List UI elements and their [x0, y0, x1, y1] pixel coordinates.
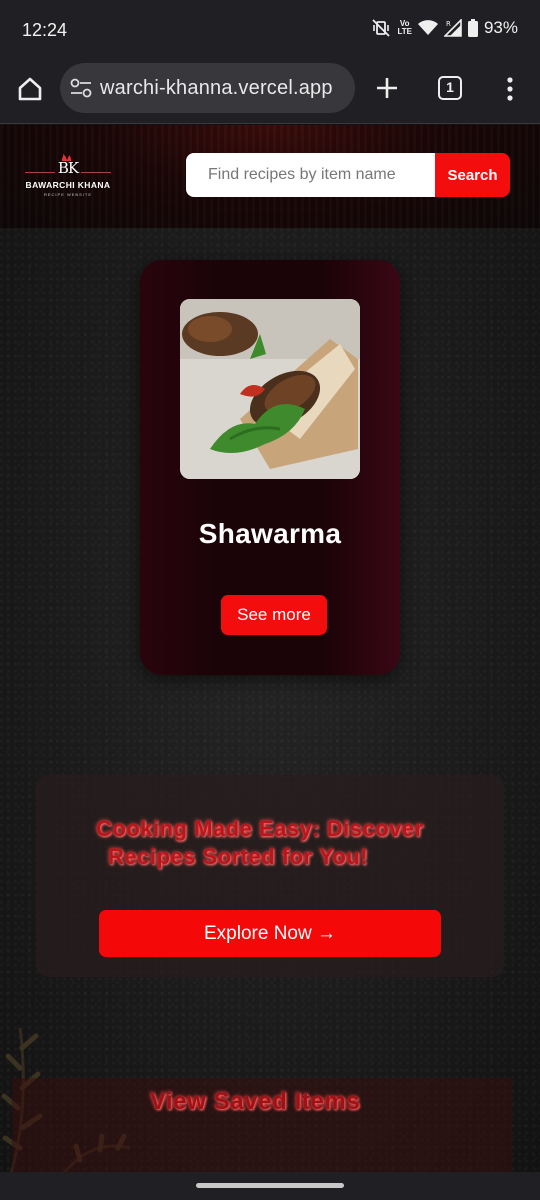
site-settings-icon[interactable]: [70, 78, 92, 98]
promo-line-2: Recipes Sorted for You!: [108, 844, 369, 869]
explore-now-button[interactable]: Explore Now →: [99, 910, 441, 957]
battery-percent: 93%: [483, 18, 518, 37]
site-logo[interactable]: BK BAWARCHI KHANA RECIPE WEBSITE: [22, 153, 114, 201]
svg-text:R: R: [446, 20, 451, 28]
logo-tagline: RECIPE WEBSITE: [43, 192, 92, 197]
more-menu-icon[interactable]: [504, 76, 516, 102]
search-input[interactable]: [186, 153, 436, 197]
volte-bottom-label: LTE: [397, 27, 412, 36]
signal-icon: R: [443, 19, 462, 37]
tabs-icon[interactable]: 1: [438, 76, 462, 100]
view-saved-items-link[interactable]: View Saved Items: [12, 1088, 512, 1116]
volte-icon: Vo LTE: [397, 20, 412, 36]
battery-icon: [467, 19, 478, 37]
url-bar[interactable]: warchi-khanna.vercel.app: [60, 63, 355, 113]
vibrate-off-icon: [371, 18, 391, 38]
url-text[interactable]: warchi-khanna.vercel.app: [100, 77, 333, 100]
promo-banner: Cooking Made Easy: Discover Recipes Sort…: [36, 775, 504, 977]
recipe-image: [180, 299, 360, 479]
promo-line-1: Cooking Made Easy: Discover: [96, 816, 424, 841]
logo-initials: BK: [57, 159, 79, 177]
gesture-handle[interactable]: [196, 1183, 344, 1188]
recipe-card: Shawarma See more: [140, 260, 400, 675]
search-button[interactable]: Search: [435, 153, 510, 197]
site-header: BK BAWARCHI KHANA RECIPE WEBSITE Search: [0, 125, 540, 228]
system-nav-bar: [0, 1172, 540, 1200]
main-content: Shawarma See more Cooking Made Easy: Dis…: [0, 228, 540, 1178]
logo-divider-right: [81, 172, 111, 173]
saved-items-section[interactable]: View Saved Items: [12, 1078, 512, 1172]
logo-name: BAWARCHI KHANA: [25, 180, 111, 190]
status-icons: Vo LTE R 93%: [371, 18, 518, 38]
see-more-button[interactable]: See more: [221, 595, 327, 635]
home-icon[interactable]: [16, 75, 44, 103]
status-time: 12:24: [22, 20, 68, 40]
status-bar: 12:24 Vo LTE R 93%: [0, 0, 540, 62]
wifi-icon: [417, 20, 438, 36]
new-tab-icon[interactable]: [374, 75, 400, 101]
browser-toolbar: warchi-khanna.vercel.app 1: [0, 62, 540, 124]
recipe-title: Shawarma: [198, 518, 342, 549]
promo-headline: Cooking Made Easy: Discover Recipes Sort…: [96, 815, 496, 871]
search-form: Search: [186, 153, 510, 197]
